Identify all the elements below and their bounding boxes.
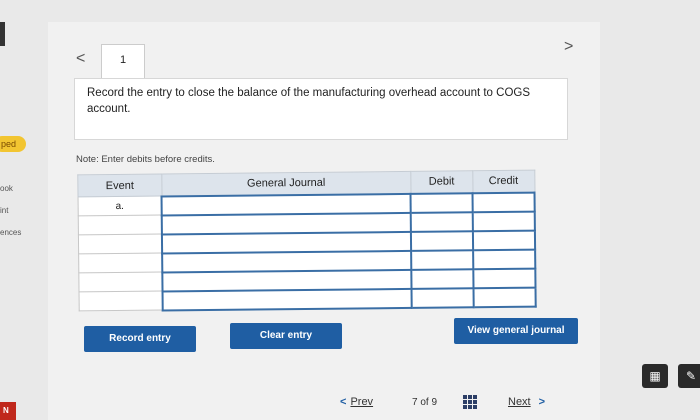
chevron-left-icon: <: [340, 396, 347, 408]
event-cell: [78, 234, 163, 254]
instruction-note: Note: Enter debits before credits.: [76, 154, 215, 165]
prev-button[interactable]: < Prev: [340, 396, 373, 408]
account-input[interactable]: [162, 250, 412, 273]
event-cell: [78, 215, 163, 235]
account-input[interactable]: [162, 269, 412, 292]
question-box: Record the entry to close the balance of…: [74, 78, 568, 140]
next-label: Next: [508, 396, 531, 408]
sidebar-item-references[interactable]: ences: [0, 228, 21, 237]
credit-input[interactable]: [473, 287, 536, 307]
left-sidebar: ped ook int ences N: [0, 0, 40, 420]
journal-entry-table: Event General Journal Debit Credit a.: [77, 170, 536, 312]
credit-input[interactable]: [473, 230, 536, 250]
debit-input[interactable]: [411, 268, 474, 289]
clear-entry-button[interactable]: Clear entry: [230, 323, 342, 349]
next-button[interactable]: Next >: [508, 396, 545, 408]
question-text: Record the entry to close the balance of…: [87, 87, 531, 115]
debit-input[interactable]: [411, 211, 474, 232]
credit-input[interactable]: [473, 249, 536, 269]
credit-input[interactable]: [473, 268, 536, 288]
page-of: of: [420, 397, 429, 408]
account-input[interactable]: [162, 231, 412, 254]
debit-input[interactable]: [411, 249, 474, 270]
sidebar-marker: [0, 22, 5, 46]
column-header-general-journal: General Journal: [161, 171, 411, 197]
debit-input[interactable]: [410, 192, 473, 213]
prev-label: Prev: [350, 396, 374, 408]
view-general-journal-button[interactable]: View general journal: [454, 318, 578, 344]
grid-icon[interactable]: [463, 395, 477, 409]
record-entry-button[interactable]: Record entry: [84, 326, 196, 352]
page-indicator: 7 of 9: [412, 397, 437, 408]
column-header-debit: Debit: [410, 170, 473, 194]
event-cell: [78, 253, 163, 273]
event-cell: [79, 291, 163, 311]
tab-item-1[interactable]: 1: [101, 44, 145, 78]
debit-input[interactable]: [411, 287, 474, 308]
chevron-right-icon: >: [538, 396, 546, 408]
account-input[interactable]: [162, 288, 413, 311]
credit-input[interactable]: [472, 211, 535, 231]
account-input[interactable]: [161, 193, 412, 216]
column-header-event: Event: [77, 174, 162, 197]
tab-next-chevron-icon[interactable]: >: [564, 38, 573, 56]
event-cell: [78, 272, 163, 292]
page-current: 7: [412, 397, 418, 408]
sidebar-item-print[interactable]: int: [0, 206, 8, 215]
sidebar-item-book[interactable]: ook: [0, 184, 13, 193]
calculator-icon[interactable]: ▦: [642, 364, 668, 388]
column-header-credit: Credit: [472, 170, 535, 193]
table-row: [79, 287, 536, 311]
edit-icon[interactable]: ✎: [678, 364, 700, 388]
account-input[interactable]: [161, 212, 412, 235]
debit-input[interactable]: [411, 230, 474, 251]
status-badge: ped: [0, 136, 26, 152]
brand-tag: N: [0, 402, 16, 420]
page-total: 9: [431, 397, 438, 408]
credit-input[interactable]: [472, 192, 535, 212]
event-cell: a.: [78, 196, 162, 216]
tab-prev-chevron-icon[interactable]: <: [76, 50, 85, 68]
